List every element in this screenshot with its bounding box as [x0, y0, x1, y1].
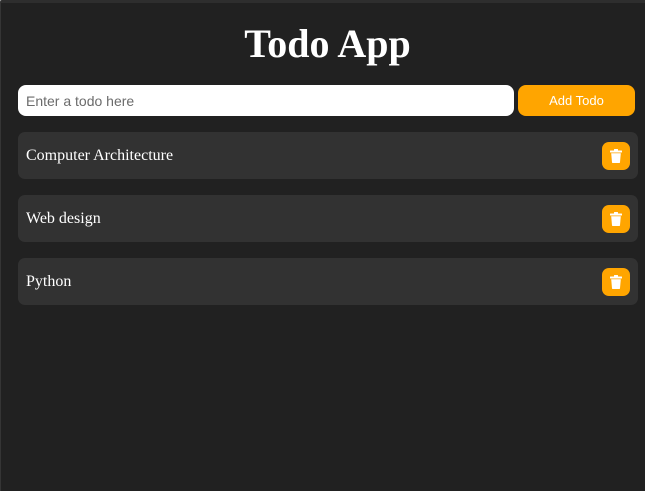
todo-input[interactable] [18, 85, 514, 116]
todo-text: Python [26, 273, 72, 290]
todo-list: Computer Architecture Web design Python [18, 132, 638, 321]
todo-item: Computer Architecture [18, 132, 638, 179]
delete-button[interactable] [602, 205, 630, 233]
add-todo-button[interactable]: Add Todo [518, 85, 635, 116]
todo-form: Add Todo [18, 85, 635, 116]
delete-button[interactable] [602, 268, 630, 296]
delete-button[interactable] [602, 142, 630, 170]
trash-icon [610, 149, 622, 163]
trash-icon [610, 212, 622, 226]
page-title: Todo App [244, 21, 411, 66]
app-window: Todo App Add Todo Computer Architecture … [0, 0, 645, 491]
todo-text: Computer Architecture [26, 147, 174, 164]
todo-item: Web design [18, 195, 638, 242]
todo-item: Python [18, 258, 638, 305]
trash-icon [610, 275, 622, 289]
todo-text: Web design [26, 210, 101, 227]
